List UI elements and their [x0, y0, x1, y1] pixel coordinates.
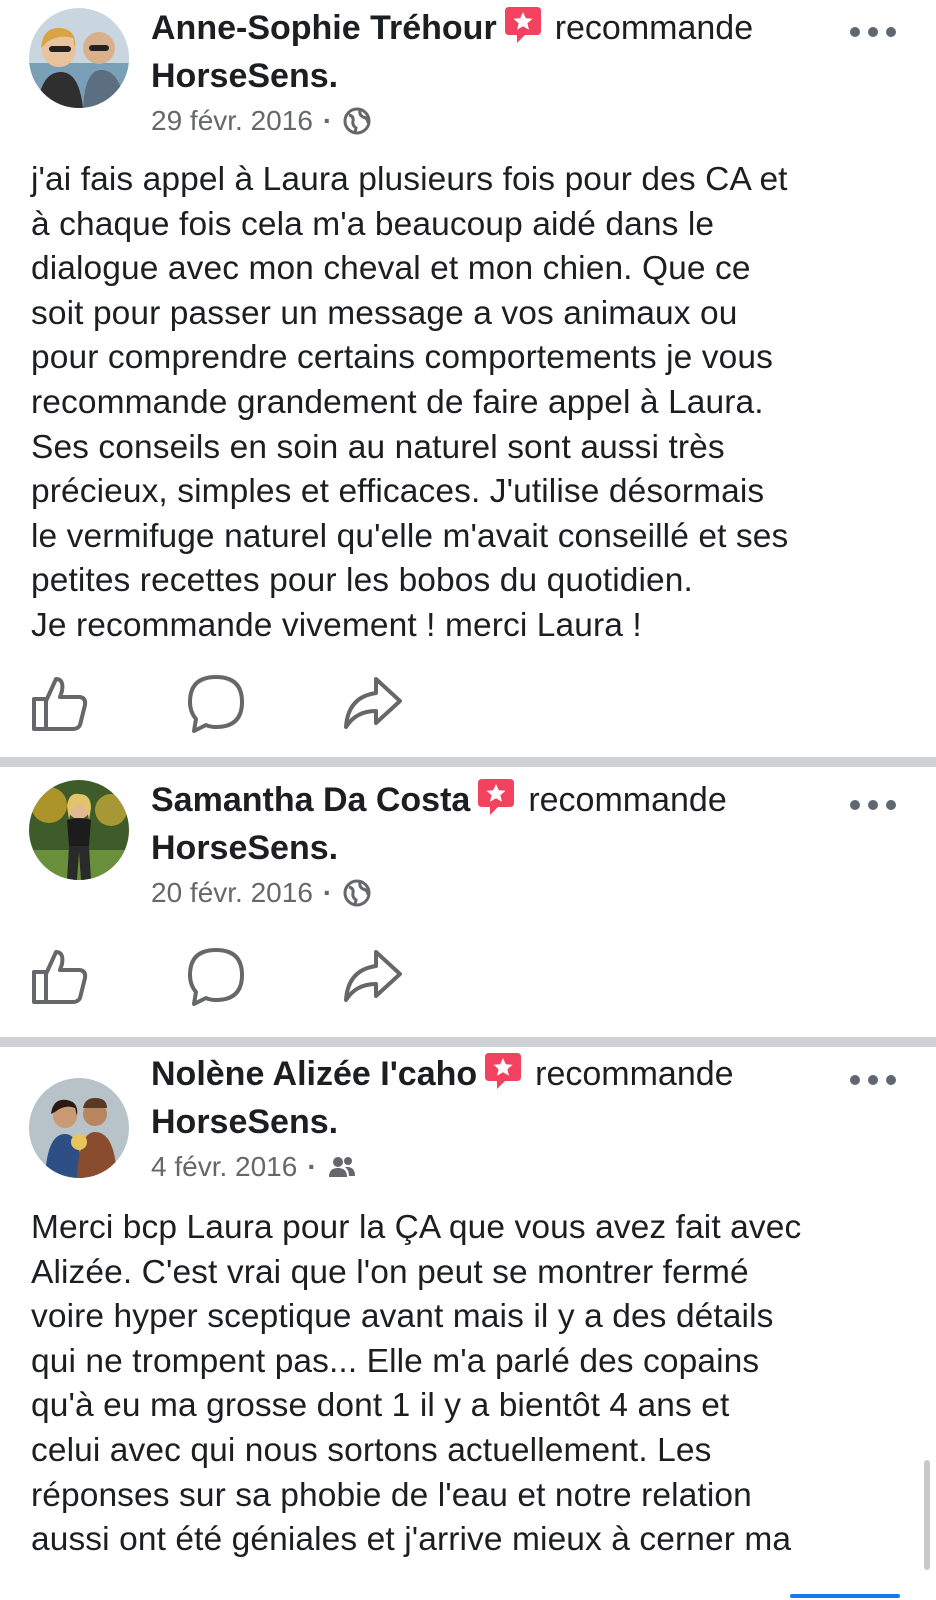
- more-options-button[interactable]: [850, 795, 896, 815]
- comment-bubble-icon: [188, 948, 244, 1006]
- author-name[interactable]: Samantha Da Costa: [151, 781, 470, 819]
- like-button[interactable]: [28, 671, 92, 735]
- thumbs-up-icon: [32, 677, 88, 731]
- scrollbar[interactable]: [924, 1460, 930, 1570]
- recommend-star-icon: [478, 779, 515, 815]
- author-name[interactable]: Anne-Sophie Tréhour: [151, 9, 497, 47]
- friends-icon: [328, 1157, 355, 1177]
- post-date[interactable]: 20 févr. 2016: [151, 873, 313, 913]
- more-options-button[interactable]: [850, 1070, 896, 1090]
- header-line: Samantha Da Costa recommande: [151, 776, 816, 824]
- header-line: Nolène Alizée I'caho recommande: [151, 1050, 816, 1098]
- avatar[interactable]: [29, 8, 129, 108]
- separator-dot: ·: [322, 105, 333, 136]
- comment-button[interactable]: [184, 944, 248, 1008]
- globe-icon: [343, 879, 371, 907]
- post-text: Merci bcp Laura pour la ÇA que vous avez…: [31, 1209, 802, 1559]
- separator-dot: ·: [307, 1151, 317, 1182]
- post-divider: [0, 1037, 936, 1047]
- page-name[interactable]: HorseSens.: [151, 1098, 338, 1146]
- post-date[interactable]: 4 févr. 2016: [151, 1147, 297, 1187]
- post-date[interactable]: 29 févr. 2016: [151, 101, 313, 141]
- comment-bubble-icon: [188, 675, 244, 733]
- share-arrow-icon: [344, 950, 402, 1002]
- like-button[interactable]: [28, 944, 92, 1008]
- more-options-button[interactable]: [850, 22, 896, 42]
- recommend-verb: recommande: [554, 9, 754, 47]
- comment-button[interactable]: [184, 671, 248, 735]
- action-bar: [28, 944, 448, 1008]
- share-button[interactable]: [340, 671, 404, 735]
- page-name[interactable]: HorseSens.: [151, 52, 338, 100]
- post-meta: 20 févr. 2016 ·: [151, 873, 372, 913]
- recommend-verb: recommande: [528, 781, 727, 819]
- avatar[interactable]: [29, 780, 129, 880]
- post-divider: [0, 757, 936, 767]
- separator-dot: ·: [322, 877, 333, 908]
- globe-icon: [343, 107, 371, 135]
- post-meta: 29 févr. 2016 ·: [151, 101, 372, 141]
- share-button[interactable]: [340, 944, 404, 1008]
- avatar[interactable]: [29, 1078, 129, 1178]
- action-bar: [28, 671, 448, 735]
- home-indicator: [790, 1594, 900, 1598]
- share-arrow-icon: [344, 677, 402, 729]
- post-meta: 4 févr. 2016 ·: [151, 1147, 357, 1187]
- recommend-star-icon: [485, 1053, 522, 1089]
- recommend-verb: recommande: [535, 1055, 734, 1093]
- page-name[interactable]: HorseSens.: [151, 824, 338, 872]
- thumbs-up-icon: [32, 950, 88, 1004]
- author-name[interactable]: Nolène Alizée I'caho: [151, 1055, 477, 1093]
- post-text: j'ai fais appel à Laura plusieurs fois p…: [31, 161, 789, 644]
- header-line: Anne-Sophie Tréhour recommande: [151, 4, 816, 52]
- recommend-star-icon: [504, 7, 541, 43]
